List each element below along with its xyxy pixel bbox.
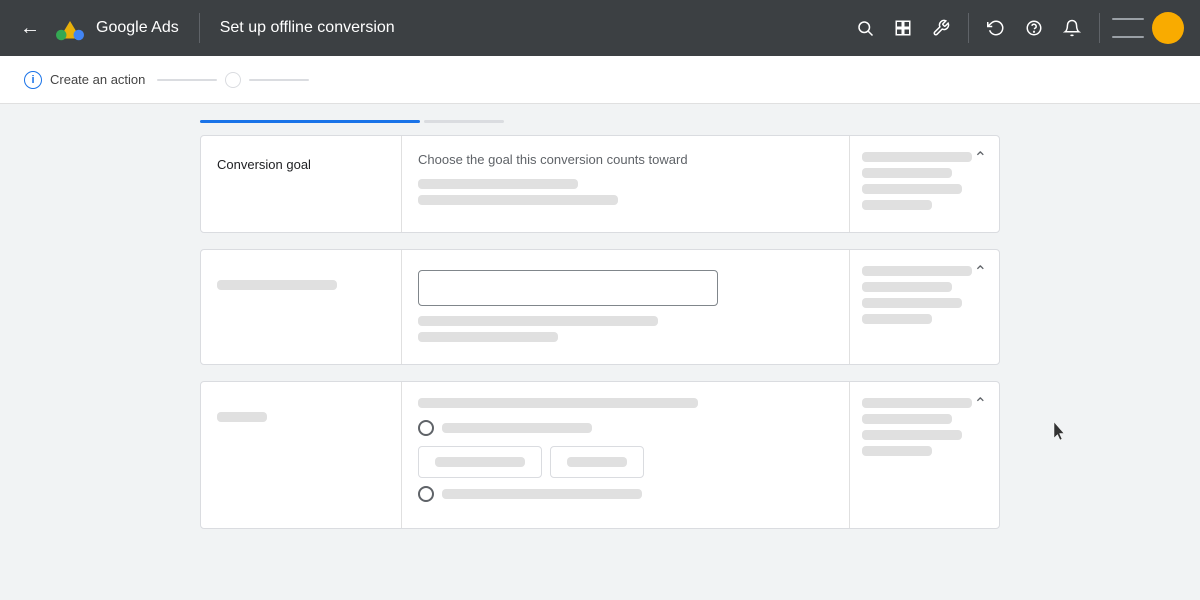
card1-right-1: [862, 152, 972, 162]
step-line-1: [157, 79, 217, 81]
card2-hint-2: [418, 332, 558, 342]
refresh-icon: [987, 19, 1005, 37]
card3-right-3: [862, 430, 962, 440]
card3-right-4: [862, 446, 932, 456]
card2-hint-1: [418, 316, 658, 326]
card2-left: [201, 250, 401, 364]
card2-chevron[interactable]: ⌃: [974, 262, 987, 282]
card3-right-1: [862, 398, 972, 408]
step-1-label: Create an action: [50, 72, 145, 87]
card3-chevron[interactable]: ⌃: [974, 394, 987, 414]
help-icon: [1025, 19, 1043, 37]
nav-divider-1: [199, 13, 200, 43]
card2-right-4: [862, 314, 932, 324]
user-menu-lines[interactable]: [1112, 18, 1144, 38]
nav-left: ← Google Ads Set up offline conversion: [16, 13, 395, 44]
card3-label-line: [217, 412, 267, 422]
notifications-button[interactable]: [1057, 13, 1087, 43]
main-content: Conversion goal Choose the goal this con…: [0, 104, 1200, 600]
value-btn-1[interactable]: [418, 446, 542, 478]
menu-line-1: [1112, 18, 1144, 20]
name-card: ⌃: [200, 249, 1000, 365]
btn2-label: [567, 457, 627, 467]
card2-right-3: [862, 298, 962, 308]
search-icon: [856, 19, 874, 37]
step-line-2: [249, 79, 309, 81]
card1-inner: Conversion goal Choose the goal this con…: [201, 136, 999, 232]
radio-1-circle: [418, 420, 434, 436]
conversion-goal-card: Conversion goal Choose the goal this con…: [200, 135, 1000, 233]
tools-button[interactable]: [926, 13, 956, 43]
radio-2-circle: [418, 486, 434, 502]
value-card: ⌃: [200, 381, 1000, 529]
goal-description: Choose the goal this conversion counts t…: [418, 152, 833, 167]
btn1-label: [435, 457, 525, 467]
page-title-label: Set up offline conversion: [220, 19, 395, 37]
tab-active: [200, 120, 420, 123]
step-1: i Create an action: [24, 71, 145, 89]
value-btn-2[interactable]: [550, 446, 644, 478]
btn-group: [418, 446, 833, 478]
wrench-icon: [932, 19, 950, 37]
back-button[interactable]: ←: [16, 13, 44, 44]
dashboard-button[interactable]: [888, 13, 918, 43]
help-button[interactable]: [1019, 13, 1049, 43]
menu-line-2: [1112, 36, 1144, 38]
steps-bar: i Create an action: [0, 56, 1200, 104]
user-avatar[interactable]: [1152, 12, 1184, 44]
name-input[interactable]: [418, 270, 718, 306]
card3-main: [401, 382, 849, 528]
card3-left: [201, 382, 401, 528]
google-ads-logo: [56, 14, 84, 42]
grid-icon: [894, 19, 912, 37]
app-name-label: Google Ads: [96, 19, 179, 37]
card1-right-2: [862, 168, 952, 178]
form-tabs: [200, 120, 1000, 127]
nav-separator-2: [1099, 13, 1100, 43]
radio-2-label: [442, 489, 642, 499]
card1-placeholder-2: [418, 195, 618, 205]
card3-inner: [201, 382, 999, 528]
search-button[interactable]: [850, 13, 880, 43]
card1-right-3: [862, 184, 962, 194]
radio-option-1[interactable]: [418, 420, 833, 436]
card2-right-1: [862, 266, 972, 276]
step-connector: [157, 72, 309, 88]
card3-title-line: [418, 398, 698, 408]
card1-left: Conversion goal: [201, 136, 401, 232]
card2-right-2: [862, 282, 952, 292]
top-navigation: ← Google Ads Set up offline conversion: [0, 0, 1200, 56]
card2-inner: [201, 250, 999, 364]
card1-chevron[interactable]: ⌃: [974, 148, 987, 168]
tab-inactive: [424, 120, 504, 123]
step-1-icon: i: [24, 71, 42, 89]
card2-label-line: [217, 280, 337, 290]
nav-right: [850, 12, 1184, 44]
card3-right-2: [862, 414, 952, 424]
bell-icon: [1063, 19, 1081, 37]
refresh-button[interactable]: [981, 13, 1011, 43]
card1-placeholder-1: [418, 179, 578, 189]
radio-option-2[interactable]: [418, 486, 833, 502]
card1-right-4: [862, 200, 932, 210]
radio-1-label: [442, 423, 592, 433]
card1-label: Conversion goal: [217, 157, 311, 172]
step-dot: [225, 72, 241, 88]
card1-main: Choose the goal this conversion counts t…: [401, 136, 849, 232]
nav-separator: [968, 13, 969, 43]
card2-main: [401, 250, 849, 364]
